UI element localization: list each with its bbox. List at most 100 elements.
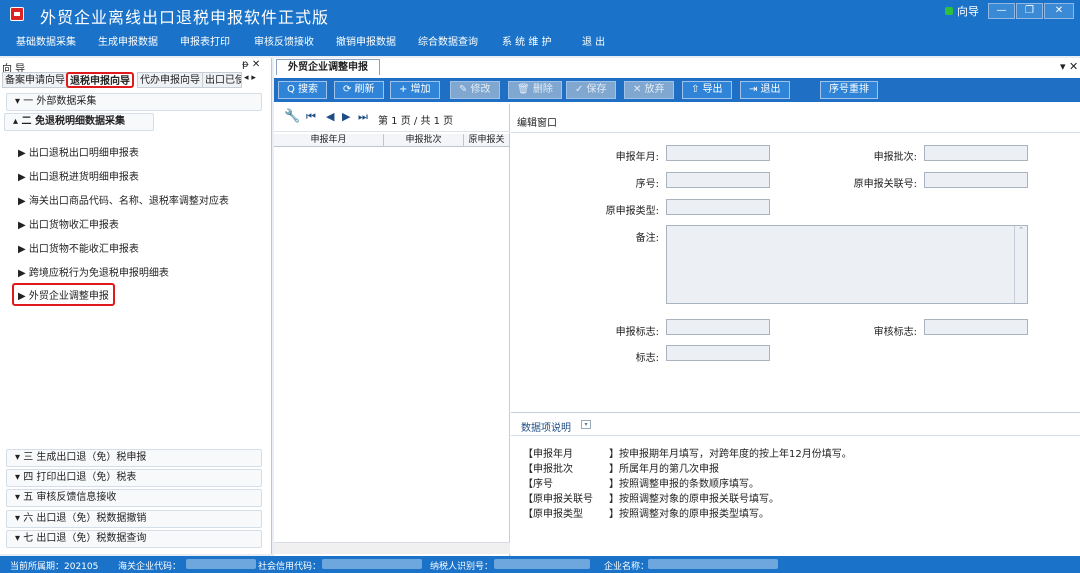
- guide-button[interactable]: 向导: [945, 4, 979, 18]
- page-info: 第 1 页 / 共 1 页: [378, 116, 454, 127]
- leaf-cross-border[interactable]: ▶ 跨境应税行为免退税申报明细表: [18, 264, 169, 279]
- leaf-adjustment[interactable]: ▶ 外贸企业调整申报: [12, 283, 115, 306]
- redacted-value: [186, 559, 256, 569]
- remark-textarea[interactable]: [666, 225, 1028, 304]
- label-year-month: 申报年月:: [615, 152, 659, 163]
- guide-icon: [945, 7, 953, 15]
- col-batch[interactable]: 申报批次: [384, 134, 464, 147]
- label-orig-type: 原申报类型:: [605, 206, 659, 217]
- status-period: 当前所属期：202105: [10, 562, 99, 572]
- edit-window: 编辑窗口 申报年月: 申报批次: 序号: 原申报关联号: 原申报类型: 备注: …: [511, 104, 1080, 408]
- status-company: 企业名称：: [604, 562, 650, 572]
- minimize-button[interactable]: —: [988, 3, 1015, 19]
- divider: [511, 435, 1080, 436]
- year-month-field[interactable]: [666, 145, 770, 161]
- close-button[interactable]: ✕: [1044, 3, 1074, 19]
- panel-pin-close[interactable]: ᵽ ✕: [242, 59, 260, 70]
- first-page-icon[interactable]: ⏮: [306, 110, 316, 124]
- tab-refund-guide[interactable]: 退税申报向导: [66, 72, 134, 88]
- label-audit-flag: 审核标志:: [873, 327, 917, 338]
- discard-button[interactable]: ✕ 放弃: [624, 81, 674, 99]
- section-revoke[interactable]: ▾ 六 出口退（免）税数据撤销: [6, 510, 262, 528]
- remark-scrollbar[interactable]: ⌃: [1014, 226, 1027, 303]
- label-batch: 申报批次:: [873, 152, 917, 163]
- divider: [511, 132, 1080, 133]
- tab-scroll-arrows[interactable]: ◂ ▸: [244, 73, 256, 83]
- next-page-icon[interactable]: ▶: [342, 110, 350, 123]
- export-button[interactable]: ⇧ 导出: [682, 81, 732, 99]
- batch-field[interactable]: [924, 145, 1028, 161]
- leaf-purchase-detail[interactable]: ▶ 出口退税进货明细申报表: [18, 168, 139, 183]
- doc-tab-adjustment[interactable]: 外贸企业调整申报: [276, 59, 380, 75]
- guide-label: 向导: [957, 5, 979, 18]
- desc-val: 】所属年月的第几次申报: [609, 464, 719, 475]
- orig-link-field[interactable]: [924, 172, 1028, 188]
- title-bar: 外贸企业离线出口退税申报软件正式版 向导 — ❐ ✕: [0, 0, 1080, 30]
- menu-print[interactable]: 申报表打印: [180, 33, 230, 48]
- desc-val: 】按照调整申报的条数顺序填写。: [609, 479, 759, 490]
- flag-field[interactable]: [666, 345, 770, 361]
- desc-key: 【序号: [523, 479, 553, 490]
- menu-generate-data[interactable]: 生成申报数据: [98, 33, 158, 48]
- maximize-button[interactable]: ❐: [1016, 3, 1043, 19]
- col-orig[interactable]: 原申报关: [464, 134, 510, 147]
- h-scrollbar[interactable]: [274, 542, 510, 554]
- menu-bar: 基础数据采集 生成申报数据 申报表打印 审核反馈接收 撤销申报数据 综合数据查询…: [0, 30, 1080, 56]
- save-button[interactable]: ✓ 保存: [566, 81, 616, 99]
- decl-flag-field[interactable]: [666, 319, 770, 335]
- menu-revoke[interactable]: 撤销申报数据: [336, 33, 396, 48]
- chevron-down-icon[interactable]: ▾: [581, 420, 591, 429]
- section-external-data[interactable]: ▾ 一 外部数据采集: [6, 93, 262, 111]
- desc-title: 数据项说明: [521, 423, 571, 434]
- section-generate[interactable]: ▾ 三 生成出口退（免）税申报: [6, 449, 262, 467]
- reorder-button[interactable]: 序号重排: [820, 81, 878, 99]
- menu-feedback[interactable]: 审核反馈接收: [254, 33, 314, 48]
- desc-key: 【原申报关联号: [523, 494, 593, 505]
- exit-button[interactable]: ⇥ 退出: [740, 81, 790, 99]
- section-print[interactable]: ▾ 四 打印出口退（免）税表: [6, 469, 262, 487]
- edit-button[interactable]: ✎ 修改: [450, 81, 500, 99]
- desc-val: 】按申报期年月填写，对跨年度的按上年12月份填写。: [609, 449, 852, 460]
- edit-window-title: 编辑窗口: [517, 118, 557, 129]
- desc-val: 】按照调整对象的原申报类型填写。: [609, 509, 769, 520]
- wrench-icon[interactable]: 🔧: [284, 109, 300, 124]
- section-refund-detail[interactable]: ▴ 二 免退税明细数据采集: [4, 113, 154, 131]
- tab-exported[interactable]: 出口已使: [202, 72, 242, 88]
- label-decl-flag: 申报标志:: [615, 327, 659, 338]
- desc-key: 【原申报类型: [523, 509, 583, 520]
- menu-maintenance[interactable]: 系 统 维 护: [502, 33, 552, 48]
- search-button[interactable]: Q 搜索: [278, 81, 328, 99]
- prev-page-icon[interactable]: ◀: [326, 110, 334, 123]
- col-year-month[interactable]: 申报年月: [274, 134, 384, 147]
- menu-query[interactable]: 综合数据查询: [418, 33, 478, 48]
- redacted-value: [494, 559, 590, 569]
- delete-button[interactable]: 🗑 删除: [508, 81, 562, 99]
- redacted-value: [648, 559, 778, 569]
- orig-type-field[interactable]: [666, 199, 770, 215]
- leaf-collection[interactable]: ▶ 出口货物收汇申报表: [18, 216, 119, 231]
- add-button[interactable]: + 增加: [390, 81, 440, 99]
- label-seq: 序号:: [635, 179, 659, 190]
- menu-exit[interactable]: 退 出: [582, 33, 605, 48]
- leaf-no-collection[interactable]: ▶ 出口货物不能收汇申报表: [18, 240, 139, 255]
- leaf-customs-code[interactable]: ▶ 海关出口商品代码、名称、退税率调整对应表: [18, 192, 229, 207]
- desc-key: 【申报批次: [523, 464, 573, 475]
- label-flag: 标志:: [635, 353, 659, 364]
- seq-field[interactable]: [666, 172, 770, 188]
- status-bar: 当前所属期：202105 海关企业代码： 社会信用代码： 纳税人识别号： 企业名…: [0, 556, 1080, 573]
- section-query[interactable]: ▾ 七 出口退（免）税数据查询: [6, 530, 262, 548]
- tab-record-guide[interactable]: 备案申请向导: [2, 72, 68, 88]
- audit-flag-field[interactable]: [924, 319, 1028, 335]
- desc-key: 【申报年月: [523, 449, 573, 460]
- doc-close[interactable]: ▾ ✕: [1060, 60, 1078, 73]
- leaf-export-detail[interactable]: ▶ 出口退税出口明细申报表: [18, 144, 139, 159]
- menu-basic-data[interactable]: 基础数据采集: [16, 33, 76, 48]
- last-page-icon[interactable]: ⏭: [358, 110, 368, 124]
- section-feedback[interactable]: ▾ 五 审核反馈信息接收: [6, 489, 262, 507]
- status-customs: 海关企业代码：: [118, 562, 182, 572]
- field-description: 数据项说明 ▾ 【申报年月 】按申报期年月填写，对跨年度的按上年12月份填写。 …: [511, 412, 1080, 556]
- guide-panel: 向 导 ᵽ ✕ 备案申请向导 退税申报向导 代办申报向导 出口已使 ◂ ▸ ▾ …: [0, 58, 272, 554]
- label-remark: 备注:: [635, 233, 659, 244]
- refresh-button[interactable]: ⟳ 刷新: [334, 81, 384, 99]
- tab-agent-guide[interactable]: 代办申报向导: [137, 72, 203, 88]
